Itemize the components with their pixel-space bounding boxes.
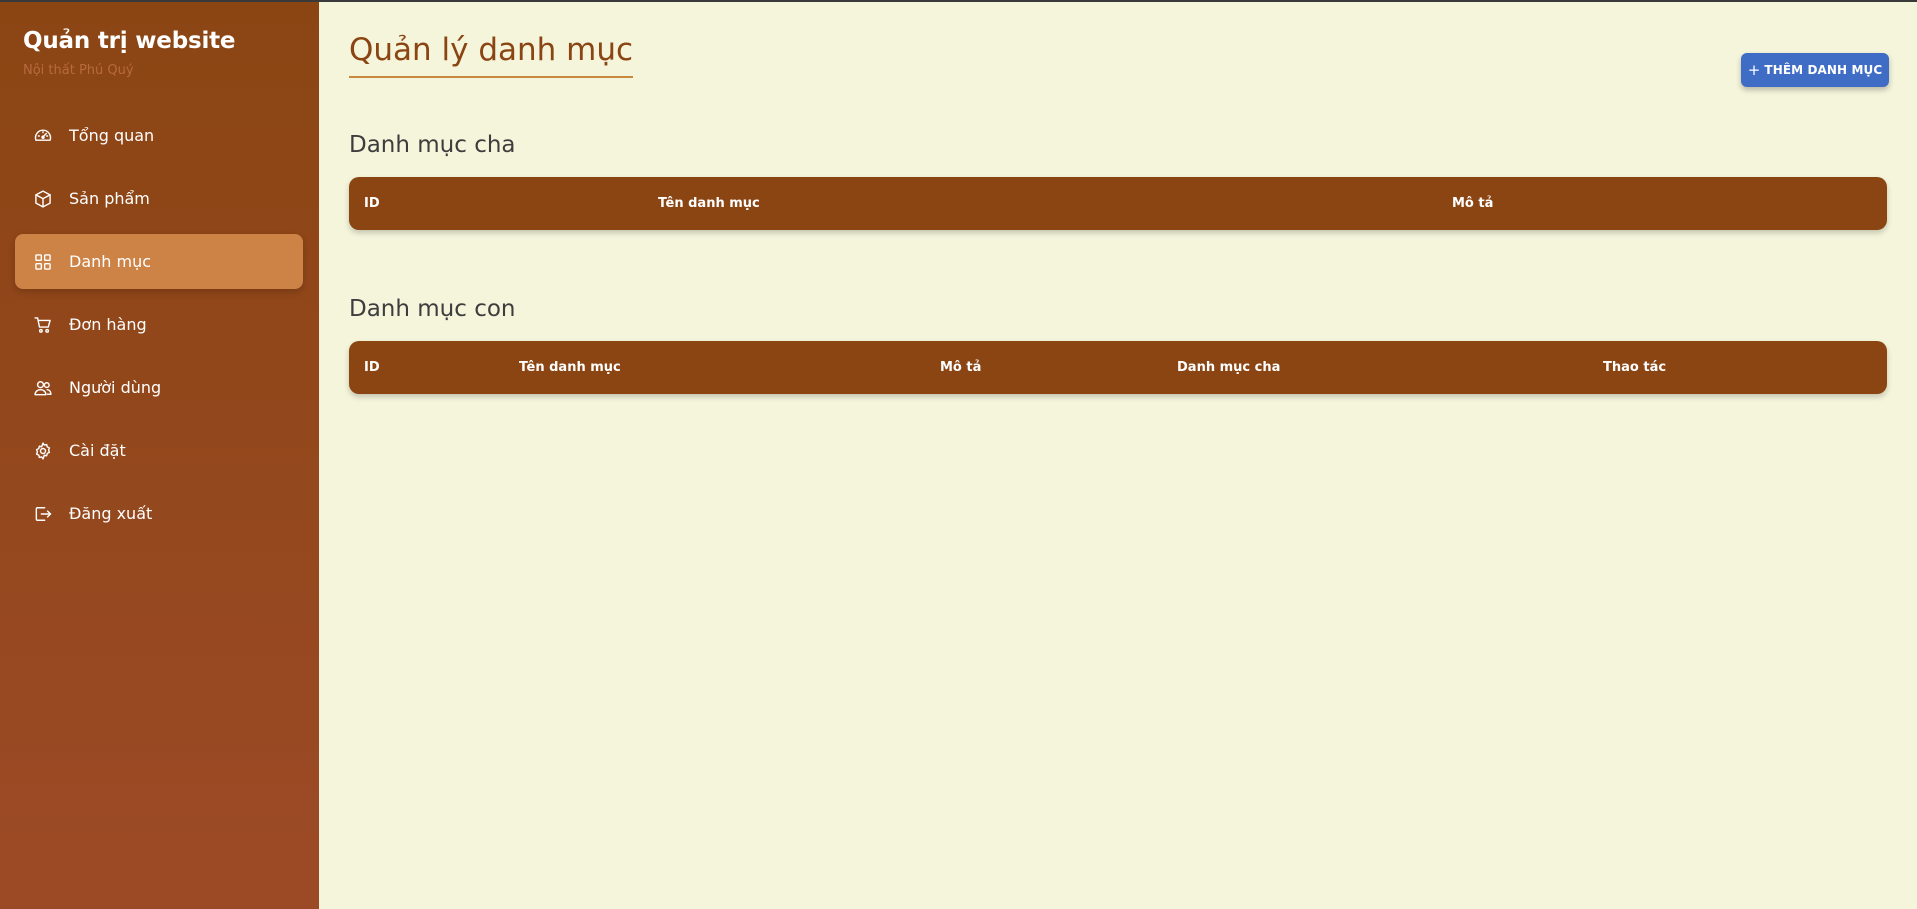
page-title: Quản lý danh mục	[349, 32, 634, 78]
cart-icon	[33, 315, 53, 335]
child-categories-table: ID Tên danh mục Mô tả Danh mục cha Thao …	[349, 341, 1887, 394]
sidebar: Quản trị website Nội thất Phú Quý Tổng q…	[0, 2, 319, 909]
sidebar-item-label: Danh mục	[69, 252, 152, 271]
sidebar-item-label: Sản phẩm	[69, 189, 150, 208]
column-header-id: ID	[364, 196, 380, 211]
plus-icon: +	[1747, 61, 1761, 79]
sidebar-item-overview[interactable]: Tổng quan	[15, 108, 303, 163]
sidebar-nav: Tổng quan Sản phẩm Danh mục Đơn hàng Ngư…	[15, 108, 303, 549]
grid-icon	[33, 252, 53, 272]
gear-icon	[33, 441, 53, 461]
box-icon	[33, 189, 53, 209]
add-category-label: THÊM DANH MỤC	[1764, 63, 1883, 77]
sidebar-item-label: Đăng xuất	[69, 504, 153, 523]
sidebar-item-label: Cài đặt	[69, 441, 126, 460]
column-header-name: Tên danh mục	[658, 196, 760, 211]
sidebar-item-label: Người dùng	[69, 378, 162, 397]
sidebar-item-users[interactable]: Người dùng	[15, 360, 303, 415]
sidebar-item-orders[interactable]: Đơn hàng	[15, 297, 303, 352]
gauge-icon	[33, 126, 53, 146]
sidebar-item-label: Tổng quan	[69, 126, 155, 145]
sidebar-item-categories[interactable]: Danh mục	[15, 234, 303, 289]
sidebar-item-label: Đơn hàng	[69, 315, 147, 334]
sidebar-item-logout[interactable]: Đăng xuất	[15, 486, 303, 541]
sidebar-item-products[interactable]: Sản phẩm	[15, 171, 303, 226]
sidebar-subtitle: Nội thất Phú Quý	[23, 63, 134, 78]
sidebar-title: Quản trị website	[23, 28, 236, 54]
add-category-button[interactable]: + THÊM DANH MỤC	[1741, 53, 1889, 87]
sidebar-item-settings[interactable]: Cài đặt	[15, 423, 303, 478]
column-header-parent: Danh mục cha	[1177, 360, 1281, 375]
column-header-actions: Thao tác	[1603, 360, 1667, 375]
parent-categories-table: ID Tên danh mục Mô tả	[349, 177, 1887, 230]
column-header-description: Mô tả	[940, 360, 982, 375]
child-categories-title: Danh mục con	[349, 296, 516, 322]
column-header-name: Tên danh mục	[519, 360, 621, 375]
column-header-description: Mô tả	[1452, 196, 1494, 211]
logout-icon	[33, 504, 53, 524]
parent-categories-title: Danh mục cha	[349, 132, 516, 158]
main-content: Quản lý danh mục + THÊM DANH MỤC Danh mụ…	[319, 2, 1917, 909]
users-icon	[33, 378, 53, 398]
column-header-id: ID	[364, 360, 380, 375]
